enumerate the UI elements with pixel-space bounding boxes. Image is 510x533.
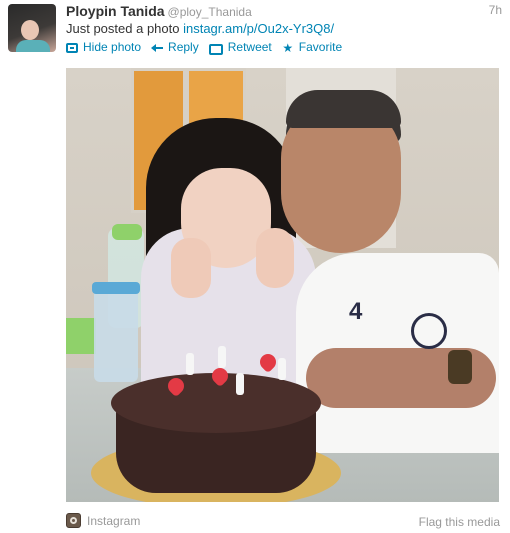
media-source[interactable]: Instagram [87,514,140,528]
retweet-icon [208,42,223,55]
photo-shirt-number: 4 [349,298,363,325]
flag-media-link[interactable]: Flag this media [419,515,500,529]
photo-bottle-cap [112,224,142,240]
photo-candle [278,358,286,380]
photo-candle [186,353,194,375]
retweet-label: Retweet [227,40,272,54]
hide-photo-label: Hide photo [83,40,142,54]
author-handle[interactable]: @ploy_Thanida [168,5,252,19]
tweet-body: Just posted a photo [66,21,184,36]
photo-tray [66,318,96,354]
avatar[interactable] [8,4,56,52]
photo-man-hair [286,90,401,128]
tweet-actions: Hide photo Reply Retweet ★ Favorite [66,40,342,55]
favorite-button[interactable]: ★ Favorite [282,40,342,55]
photo-watch [448,350,472,384]
retweet-button[interactable]: Retweet [208,40,272,55]
avatar-face [21,20,39,40]
photo-bottle-cap [92,282,140,294]
reply-button[interactable]: Reply [151,40,199,55]
photo-girl-hand [256,228,294,288]
star-icon: ★ [282,40,294,55]
photo-bottle [94,286,138,382]
instagram-icon [66,513,81,528]
tweet-time[interactable]: 7h [489,3,502,17]
reply-label: Reply [168,40,199,54]
hide-photo-button[interactable]: Hide photo [66,40,141,55]
tweet-text: Just posted a photo instagr.am/p/Ou2x-Yr… [66,20,334,37]
photo-candle [218,346,226,368]
photo-girl-hand [171,238,211,298]
tweet-header: Ploypin Tanida @ploy_Thanida [66,2,252,21]
photo-candle [236,373,244,395]
tweet-link[interactable]: instagr.am/p/Ou2x-Yr3Q8/ [183,21,334,36]
tweet-photo[interactable]: 4 [66,68,499,502]
avatar-shirt [16,40,50,52]
media-footer: Instagram Flag this media [66,512,500,530]
photo-shirt-badge [411,313,447,349]
reply-icon [151,42,164,54]
author-name[interactable]: Ploypin Tanida [66,3,165,19]
favorite-label: Favorite [298,40,343,54]
photo-icon [66,42,78,53]
